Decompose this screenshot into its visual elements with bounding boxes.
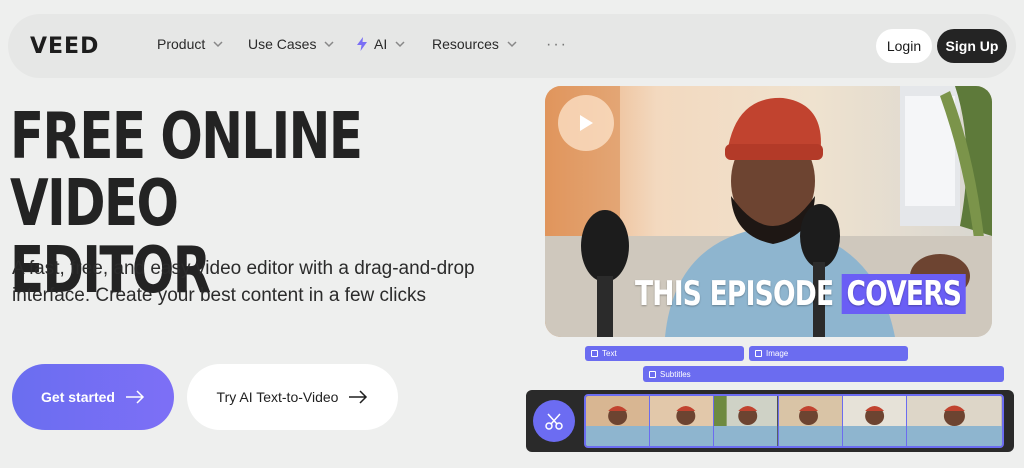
timeline-subtitles-track[interactable]: Subtitles — [643, 366, 1004, 382]
text-track-icon — [591, 350, 598, 357]
bolt-icon — [356, 37, 368, 51]
nav-use-cases[interactable]: Use Cases — [248, 36, 336, 52]
caption-text: THIS EPISODE — [635, 274, 842, 314]
chevron-down-icon — [322, 37, 336, 51]
video-preview[interactable]: THIS EPISODE COVERS — [545, 86, 992, 337]
filmstrip-frame — [907, 396, 1002, 446]
chevron-down-icon — [393, 37, 407, 51]
get-started-label: Get started — [41, 389, 115, 405]
timeline-text-track[interactable]: Text — [585, 346, 744, 361]
filmstrip-frame — [650, 396, 715, 446]
arrow-right-icon — [125, 390, 145, 404]
nav-product-label: Product — [157, 36, 206, 52]
video-caption: THIS EPISODE COVERS — [635, 274, 966, 314]
subtitles-track-label: Subtitles — [660, 369, 691, 379]
scissors-icon — [545, 413, 563, 430]
nav-resources-label: Resources — [432, 36, 499, 52]
signup-button[interactable]: Sign Up — [937, 29, 1007, 63]
get-started-button[interactable]: Get started — [12, 364, 174, 430]
filmstrip-frame — [586, 396, 651, 446]
login-button[interactable]: Login — [876, 29, 932, 63]
page-title-line-1: FREE ONLINE VIDEO — [10, 100, 363, 241]
play-button[interactable] — [558, 95, 614, 151]
nav-ai-label: AI — [374, 36, 388, 52]
timeline-image-track[interactable]: Image — [749, 346, 908, 361]
filmstrip-frame — [714, 396, 779, 446]
nav-use-cases-label: Use Cases — [248, 36, 317, 52]
image-track-label: Image — [766, 349, 789, 358]
nav-ai[interactable]: AI — [356, 36, 407, 52]
hero-subtitle: A fast, free, and easy video editor with… — [12, 258, 475, 306]
split-clip-button[interactable] — [533, 400, 575, 442]
timeline-frames[interactable] — [584, 394, 1004, 448]
image-track-icon — [755, 350, 762, 357]
text-track-label: Text — [602, 349, 617, 358]
chevron-down-icon — [211, 37, 225, 51]
play-icon — [580, 115, 593, 131]
video-filmstrip — [526, 390, 1014, 452]
top-navigation: VEED Product Use Cases AI Resources ··· … — [8, 14, 1016, 78]
more-menu-icon[interactable]: ··· — [546, 36, 568, 54]
chevron-down-icon — [505, 37, 519, 51]
caption-highlight: COVERS — [841, 274, 966, 314]
nav-product[interactable]: Product — [157, 36, 225, 52]
filmstrip-frame — [778, 396, 843, 446]
nav-resources[interactable]: Resources — [432, 36, 519, 52]
filmstrip-frame — [842, 396, 908, 446]
arrow-right-icon — [348, 390, 368, 404]
subtitles-track-icon — [649, 370, 656, 378]
veed-logo[interactable]: VEED — [30, 34, 99, 59]
try-ai-label: Try AI Text-to-Video — [216, 389, 339, 405]
try-ai-text-to-video-button[interactable]: Try AI Text-to-Video — [187, 364, 398, 430]
